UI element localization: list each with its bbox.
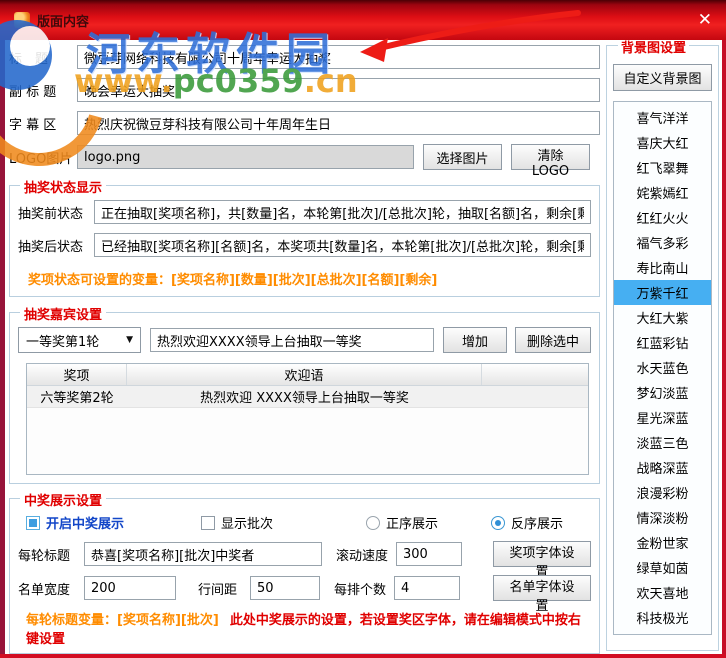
subtitle-field-label: 副 标 题 <box>9 84 57 100</box>
descending-label: 反序展示 <box>511 517 564 532</box>
main-panel: 标 题 副 标 题 字 幕 区 LOGO图片 选择图片 清除LOGO 抽奖状态显… <box>9 45 600 658</box>
status-group: 抽奖状态显示 抽奖前状态 抽奖后状态 奖项状态可设置的变量：[奖项名称][数量]… <box>9 177 600 297</box>
bg-item[interactable]: 红蓝彩钻 <box>614 330 711 355</box>
enable-display-label: 开启中奖展示 <box>46 517 125 532</box>
scroll-speed-input[interactable] <box>396 542 462 566</box>
bg-item[interactable]: 大红大紫 <box>614 305 711 330</box>
after-status-label: 抽奖后状态 <box>18 239 84 255</box>
bg-item[interactable]: 战略深蓝 <box>614 455 711 480</box>
marquee-input[interactable] <box>77 111 600 135</box>
display-group: 中奖展示设置 开启中奖展示 显示批次 正序展示 反序展示 每轮标题 恭喜[奖项名… <box>9 490 600 654</box>
background-panel: 背景图设置 自定义背景图 喜气洋洋 喜庆大红 红飞翠舞 姹紫嫣红 红红火火 福气… <box>606 37 719 651</box>
bg-item[interactable]: 喜庆大红 <box>614 130 711 155</box>
checkbox-icon <box>201 515 215 530</box>
prize-font-button[interactable]: 奖项字体设置 <box>493 541 591 580</box>
title-bar: 版面内容 ✕ <box>0 0 726 40</box>
display-group-title: 中奖展示设置 <box>20 490 107 509</box>
show-batch-label: 显示批次 <box>221 517 274 532</box>
dialog-window: 版面内容 ✕ 标 题 副 标 题 字 幕 区 LOGO图片 选择图片 清除LOG… <box>0 0 726 658</box>
ascending-label: 正序展示 <box>386 517 439 532</box>
subtitle-input[interactable] <box>77 78 600 102</box>
bg-item[interactable]: 梦幻淡蓝 <box>614 380 711 405</box>
round-select-value: 一等奖第1轮 <box>26 334 100 350</box>
app-icon <box>14 12 30 28</box>
col-extra <box>482 364 588 385</box>
before-status-input[interactable] <box>94 200 591 224</box>
marquee-field-label: 字 幕 区 <box>9 117 57 133</box>
round-title-label: 每轮标题 <box>18 548 71 564</box>
logo-path-input <box>77 145 414 169</box>
scroll-speed-label: 滚动速度 <box>336 548 389 564</box>
background-list[interactable]: 喜气洋洋 喜庆大红 红飞翠舞 姹紫嫣红 红红火火 福气多彩 寿比南山 万紫千红 … <box>613 101 712 635</box>
bg-item[interactable]: 姹紫嫣红 <box>614 180 711 205</box>
descending-radio[interactable]: 反序展示 <box>491 513 563 532</box>
bg-item[interactable]: 红飞翠舞 <box>614 155 711 180</box>
bg-item[interactable]: 红红火火 <box>614 205 711 230</box>
guest-group-title: 抽奖嘉宾设置 <box>20 304 107 323</box>
col-welcome: 欢迎语 <box>127 364 482 385</box>
chevron-down-icon: ▼ <box>126 335 133 345</box>
per-row-input[interactable] <box>394 576 460 600</box>
bg-item[interactable]: 科技极光 <box>614 605 711 630</box>
line-spacing-input[interactable] <box>250 576 320 600</box>
bg-item[interactable]: 淡蓝三色 <box>614 430 711 455</box>
bg-item[interactable]: 金粉世家 <box>614 530 711 555</box>
per-row-label: 每排个数 <box>334 582 387 598</box>
window-border-right <box>722 40 726 658</box>
bg-item[interactable]: 星光深蓝 <box>614 405 711 430</box>
show-batch-checkbox[interactable]: 显示批次 <box>201 513 366 532</box>
col-prize: 奖项 <box>27 364 127 385</box>
bg-item[interactable]: 浪漫彩粉 <box>614 480 711 505</box>
add-button[interactable]: 增加 <box>443 327 507 353</box>
bg-item[interactable]: 欢天喜地 <box>614 580 711 605</box>
guest-group: 抽奖嘉宾设置 一等奖第1轮 ▼ 增加 删除选中 奖项 欢迎语 六等奖第2轮 <box>9 304 600 484</box>
bg-item[interactable]: 绿草如茵 <box>614 555 711 580</box>
before-status-label: 抽奖前状态 <box>18 206 84 222</box>
window-border-bottom <box>0 654 726 658</box>
choose-image-button[interactable]: 选择图片 <box>423 144 502 170</box>
list-font-button[interactable]: 名单字体设置 <box>493 575 591 614</box>
list-width-label: 名单宽度 <box>18 582 71 598</box>
line-spacing-label: 行间距 <box>198 582 238 598</box>
checkbox-icon <box>26 515 40 530</box>
bg-item[interactable]: 喜气洋洋 <box>614 105 711 130</box>
custom-background-button[interactable]: 自定义背景图 <box>613 64 712 91</box>
welcome-message-input[interactable] <box>150 328 434 352</box>
row-welcome: 热烈欢迎 XXXX领导上台抽取一等奖 <box>200 391 409 406</box>
bg-item-selected[interactable]: 万紫千红 <box>614 280 711 305</box>
welcome-table[interactable]: 奖项 欢迎语 六等奖第2轮 热烈欢迎 XXXX领导上台抽取一等奖 <box>26 363 589 475</box>
clear-logo-button[interactable]: 清除LOGO <box>511 144 590 179</box>
bg-item[interactable]: 情深淡粉 <box>614 505 711 530</box>
radio-icon <box>491 515 505 530</box>
row-prize: 六等奖第2轮 <box>40 391 114 406</box>
welcome-table-header: 奖项 欢迎语 <box>27 364 588 386</box>
round-select[interactable]: 一等奖第1轮 ▼ <box>18 327 141 353</box>
list-width-input[interactable] <box>84 576 176 600</box>
after-status-input[interactable] <box>94 233 591 257</box>
table-row[interactable]: 六等奖第2轮 热烈欢迎 XXXX领导上台抽取一等奖 <box>27 386 588 408</box>
bg-item[interactable]: 水天蓝色 <box>614 355 711 380</box>
title-input[interactable] <box>77 45 600 69</box>
delete-selected-button[interactable]: 删除选中 <box>515 327 591 353</box>
title-field-label: 标 题 <box>9 51 49 67</box>
bg-item[interactable]: 福气多彩 <box>614 230 711 255</box>
enable-display-checkbox[interactable]: 开启中奖展示 <box>26 513 201 532</box>
status-group-title: 抽奖状态显示 <box>20 177 107 196</box>
round-title-input[interactable] <box>84 542 322 566</box>
bg-item[interactable]: 寿比南山 <box>614 255 711 280</box>
ascending-radio[interactable]: 正序展示 <box>366 513 471 532</box>
status-variables-note: 奖项状态可设置的变量：[奖项名称][数量][批次][总批次][名额][剩余] <box>28 273 438 288</box>
window-border-left <box>0 40 5 658</box>
radio-icon <box>366 515 380 530</box>
close-icon[interactable]: ✕ <box>698 11 712 29</box>
window-title: 版面内容 <box>37 14 90 30</box>
logo-field-label: LOGO图片 <box>9 151 73 167</box>
round-title-variables-note: 每轮标题变量：[奖项名称][批次] <box>26 613 219 628</box>
